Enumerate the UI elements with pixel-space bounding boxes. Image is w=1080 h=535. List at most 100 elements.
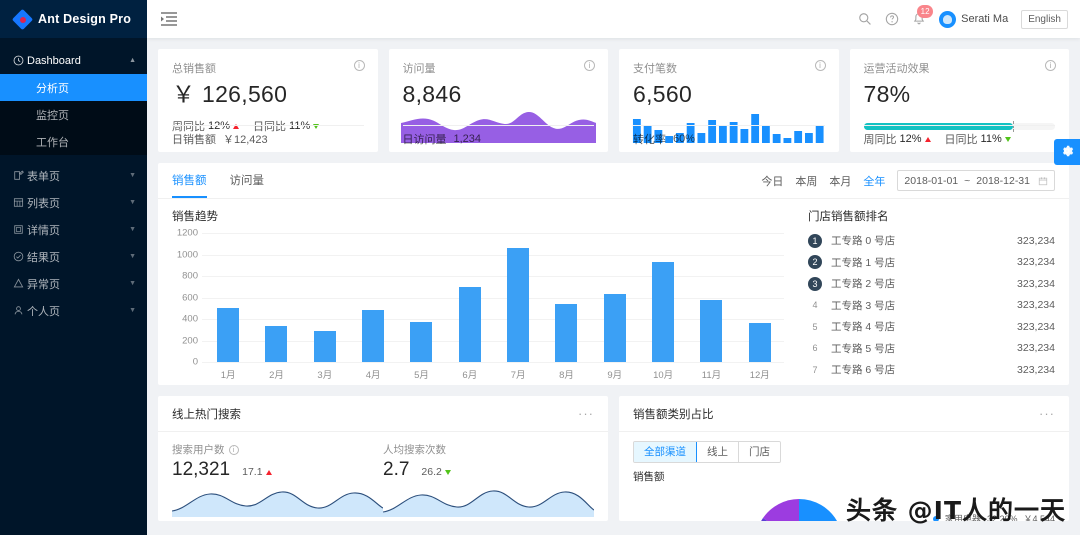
pie-card-header: 销售额类别占比 ··· (619, 396, 1069, 432)
rank-list-item[interactable]: 2 工专路 1 号店 323,234 (808, 252, 1055, 274)
ellipsis-icon[interactable]: ··· (578, 406, 594, 421)
filter-year[interactable]: 全年 (863, 173, 885, 189)
info-circle-icon[interactable]: i (353, 60, 365, 71)
stat-title: 支付笔数 (633, 63, 677, 75)
arrow-down-icon (444, 469, 451, 475)
brand-header[interactable]: Ant Design Pro (0, 0, 147, 38)
sidebar-item-monitor[interactable]: 监控页 (0, 101, 147, 128)
rank-store-value: 323,234 (1017, 299, 1055, 312)
stat-value: 6,560 (633, 81, 693, 107)
bar[interactable] (265, 326, 288, 362)
stat-title: 运营活动效果 (863, 63, 930, 75)
bar[interactable] (555, 303, 578, 362)
trend-week: 周同比 12% (864, 131, 931, 147)
language-button[interactable]: English (1021, 9, 1068, 29)
sidebar-item-exception[interactable]: 异常页 ▼ (0, 270, 147, 297)
rank-list-item[interactable]: 7 工专路 6 号店 323,234 (808, 359, 1055, 381)
x-axis-tick: 8月 (559, 370, 574, 381)
sidebar-item-analysis[interactable]: 分析页 (0, 74, 147, 101)
info-circle-icon[interactable]: i (1045, 60, 1056, 71)
bar[interactable] (410, 321, 433, 362)
sidebar-item-dashboard[interactable]: Dashboard ▲ (0, 47, 147, 74)
bar[interactable] (217, 307, 240, 362)
user-name: Serati Ma (961, 13, 1009, 25)
tab-visits[interactable]: 访问量 (230, 172, 265, 198)
warning-icon (13, 278, 27, 289)
stat-card-total-sales: 总销售额 i ￥ 126,560 周同比 12% 日同比 11% 日销售额 ￥1… (158, 49, 378, 152)
date-range-picker[interactable]: 2018-01-01 ~ 2018-12-31 (897, 170, 1055, 191)
analysis-filters: 今日 本周 本月 全年 2018-01-01 ~ 2018-12-31 (761, 170, 1055, 198)
bar[interactable] (700, 299, 723, 362)
rank-list-item[interactable]: 5 工专路 4 号店 323,234 (808, 316, 1055, 338)
form-icon (13, 170, 27, 181)
filter-month[interactable]: 本月 (829, 173, 851, 189)
sidebar-item-label: Dashboard (27, 54, 81, 67)
bar[interactable] (313, 330, 336, 362)
menu-fold-icon[interactable] (161, 12, 177, 26)
sidebar-item-detail[interactable]: 详情页 ▼ (0, 216, 147, 243)
sales-trend-chart: 销售趋势 1200 1000 800 600 400 200 0 1月 2月 3月 4月 5月 6月 7月… (158, 199, 792, 385)
analysis-tabs: 销售额 访问量 (172, 172, 264, 198)
rank-store-name: 工专路 0 号店 (831, 235, 896, 248)
rank-store-name: 工专路 3 号店 (831, 299, 896, 312)
stat-card-visits: 访问量 i 8,846 日访问量 1,234 (388, 49, 608, 152)
notification-badge: 12 (917, 5, 934, 18)
rank-list-item[interactable]: 4 工专路 3 号店 323,234 (808, 295, 1055, 317)
sidebar-item-result[interactable]: 结果页 ▼ (0, 243, 147, 270)
filter-today[interactable]: 今日 (761, 173, 783, 189)
bar[interactable] (362, 309, 385, 362)
stat-footer-value: 60% (673, 133, 696, 145)
rank-badge: 1 (808, 233, 822, 248)
segment-store[interactable]: 门店 (739, 442, 780, 462)
question-circle-icon[interactable] (885, 12, 899, 26)
user-menu[interactable]: Serati Ma (939, 10, 1009, 28)
bar-series (204, 233, 784, 362)
ellipsis-icon[interactable]: ··· (1039, 406, 1055, 421)
settings-drawer-button[interactable] (1054, 139, 1080, 165)
rank-list-item[interactable]: 3 工专路 2 号店 323,234 (808, 273, 1055, 295)
filter-week[interactable]: 本周 (795, 173, 817, 189)
stat-footer-value: ￥12,423 (223, 134, 268, 146)
segment-all-channels[interactable]: 全部渠道 (634, 442, 697, 462)
y-axis-tick: 600 (182, 292, 198, 303)
sidebar-item-label: 详情页 (27, 224, 60, 237)
avatar (939, 10, 957, 28)
pie-legend-item: 家用电器 32.20% ￥4,544 (932, 512, 1055, 521)
rank-store-value: 323,234 (1017, 342, 1055, 355)
bell-icon[interactable]: 12 (912, 5, 934, 26)
bar-slot (301, 233, 349, 362)
bar[interactable] (603, 294, 626, 362)
search-icon[interactable] (858, 12, 872, 26)
sidebar-item-label: 列表页 (27, 197, 60, 210)
segment-online[interactable]: 线上 (697, 442, 739, 462)
info-circle-icon[interactable]: i (584, 60, 595, 71)
bar[interactable] (458, 286, 481, 362)
info-circle-icon[interactable]: i (228, 444, 239, 455)
sidebar-item-workplace[interactable]: 工作台 (0, 128, 147, 155)
stat-card-campaign: 运营活动效果 i 78% 周同比 12% 日同比 11% (849, 49, 1069, 152)
rank-list-item[interactable]: 6 工专路 5 号店 323,234 (808, 338, 1055, 360)
info-circle-icon[interactable]: i (814, 60, 826, 71)
stat-value: 8,846 (402, 81, 462, 107)
card-title: 销售额类别占比 (633, 408, 714, 421)
pie-chart (739, 483, 859, 521)
bar[interactable] (652, 261, 675, 362)
dashboard-icon (13, 55, 27, 66)
stat-footer: 转化率 60% (633, 125, 825, 152)
sidebar-item-list[interactable]: 列表页 ▼ (0, 189, 147, 216)
rank-store-value: 323,234 (1017, 320, 1055, 333)
rank-list-item[interactable]: 1 工专路 0 号店 323,234 (808, 230, 1055, 252)
sidebar-item-form[interactable]: 表单页 ▼ (0, 162, 147, 189)
pie-label: 销售额 (633, 471, 665, 483)
sidebar-item-account[interactable]: 个人页 ▼ (0, 297, 147, 324)
chevron-down-icon: ▼ (129, 172, 136, 179)
tab-sales[interactable]: 销售额 (172, 172, 207, 198)
store-rank-panel: 门店销售额排名 1 工专路 0 号店 323,234 2 工专路 1 号店 323,234… (792, 199, 1069, 385)
y-axis-tick: 800 (182, 270, 198, 282)
bar[interactable] (507, 247, 530, 362)
bar-slot (349, 233, 397, 362)
stat-footer-label: 日访问量 (402, 134, 447, 146)
rank-store-value: 323,234 (1017, 363, 1055, 376)
bar[interactable] (748, 323, 771, 362)
sidebar-item-label: 表单页 (27, 170, 60, 183)
